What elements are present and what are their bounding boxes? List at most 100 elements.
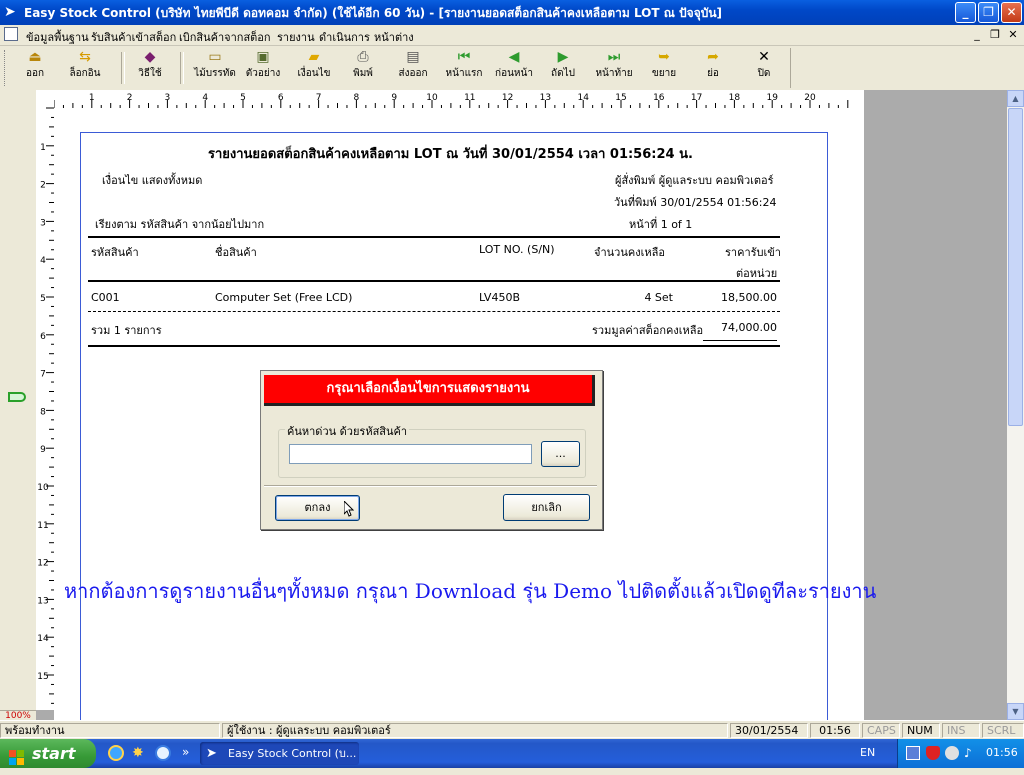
toolbar-separator — [121, 52, 125, 84]
ruler-label: 6 — [40, 332, 46, 342]
ruler-label: 12 — [37, 559, 48, 569]
ruler-label: 7 — [316, 93, 322, 103]
next-page-icon: ▶ — [545, 48, 581, 66]
horizontal-ruler-ticks: 1234567891011121314151617181920 — [54, 90, 864, 108]
toolbar-separator — [180, 52, 184, 84]
mdi-restore-button[interactable]: ❐ — [988, 28, 1002, 42]
zoom-in-icon: ➥ — [646, 48, 682, 66]
status-user: ผู้ใช้งาน : ผู้ดูแลระบบ คอมพิวเตอร์ — [222, 723, 728, 738]
tray-clock[interactable]: 01:56 — [986, 746, 1018, 759]
taskbar: start ✸ » ➤ Easy Stock Control (บ... EN … — [0, 739, 1024, 768]
ruler-label: 14 — [37, 634, 49, 644]
export-button[interactable]: ▤ส่งออก — [391, 48, 435, 88]
mdi-minimize-button[interactable]: _ — [970, 28, 984, 42]
menu-basic-data[interactable]: ข้อมูลพื้นฐาน — [26, 28, 89, 46]
menu-reports[interactable]: รายงาน — [277, 28, 315, 46]
mdi-close-button[interactable]: ✕ — [1006, 28, 1020, 42]
document-icon[interactable] — [4, 27, 18, 41]
header-rule — [88, 236, 780, 238]
ruler-label: 11 — [464, 93, 475, 103]
scroll-down-button[interactable]: ▼ — [1007, 703, 1024, 720]
status-ins: INS — [942, 723, 980, 738]
printer-icon: ⎙ — [345, 48, 381, 66]
ruler-label: 9 — [40, 445, 46, 455]
previous-page-button[interactable]: ◀ก่อนหน้า — [492, 48, 536, 88]
menu-operations[interactable]: ดำเนินการ — [319, 28, 370, 46]
menu-window[interactable]: หน้าต่าง — [374, 28, 414, 46]
security-shield-icon[interactable] — [926, 746, 940, 760]
browse-button[interactable]: ... — [541, 441, 580, 467]
scroll-thumb[interactable] — [1008, 108, 1023, 426]
vertical-ruler: 12345678910111213141516 — [36, 90, 55, 710]
network-icon[interactable] — [906, 746, 920, 760]
language-indicator[interactable]: EN — [860, 746, 875, 759]
preview-button[interactable]: ▣ตัวอย่าง — [242, 48, 284, 88]
ruler-label: 1 — [40, 143, 46, 153]
report-printed-by: ผู้สั่งพิมพ์ ผู้ดูแลระบบ คอมพิวเตอร์ — [615, 171, 774, 189]
restore-button[interactable]: ❐ — [978, 2, 999, 23]
cancel-button[interactable]: ยกเลิก — [503, 494, 590, 521]
print-button[interactable]: ⎙พิมพ์ — [345, 48, 381, 88]
ruler-label: 2 — [40, 181, 46, 191]
speaker-icon[interactable]: ♪ — [964, 746, 978, 760]
toolbar: ⏏ออก ⇆ล็อกอิน ◆วิธีใช้ ▭ไม้บรรทัด ▣ตัวอย… — [0, 46, 1024, 90]
toolbar-grip[interactable] — [4, 50, 8, 86]
title-bar[interactable]: ➤ Easy Stock Control (บริษัท ไทยพีบีดี ด… — [0, 0, 1024, 25]
scroll-up-button[interactable]: ▲ — [1007, 90, 1024, 107]
menu-receive-stock[interactable]: รับสินค้าเข้าสต็อก — [91, 28, 176, 46]
report-condition-dialog: กรุณาเลือกเงื่อนไขการแสดงรายงาน ค้นหาด่ว… — [260, 370, 603, 530]
status-date: 30/01/2554 — [730, 723, 808, 738]
media-player-icon[interactable] — [155, 745, 171, 761]
menu-withdraw-stock[interactable]: เบิกสินค้าจากสต็อก — [179, 28, 271, 46]
vertical-scrollbar[interactable]: ▲ ▼ — [1007, 90, 1024, 720]
internet-explorer-icon[interactable] — [108, 745, 124, 761]
login-button[interactable]: ⇆ล็อกอิน — [60, 48, 110, 88]
login-icon: ⇆ — [60, 48, 110, 66]
status-time: 01:56 — [810, 723, 860, 738]
ruler-label: 13 — [540, 93, 551, 103]
quicklaunch-more-icon[interactable]: » — [182, 745, 189, 759]
preview-icon: ▣ — [242, 48, 284, 66]
ruler-label: 20 — [804, 93, 816, 103]
row-separator — [88, 311, 780, 312]
next-page-button[interactable]: ▶ถัดไป — [545, 48, 581, 88]
condition-button[interactable]: ▰เงื่อนไข — [292, 48, 336, 88]
last-page-button[interactable]: ⏭หน้าท้าย — [591, 48, 637, 88]
menu-bar: ข้อมูลพื้นฐาน รับสินค้าเข้าสต็อก เบิกสิน… — [0, 25, 1024, 46]
minimize-button[interactable]: _ — [955, 2, 976, 23]
status-num: NUM — [902, 723, 940, 738]
summary-count: รวม 1 รายการ — [91, 321, 162, 339]
status-bar: พร้อมทำงาน ผู้ใช้งาน : ผู้ดูแลระบบ คอมพิ… — [0, 720, 1024, 740]
ruler-label: 11 — [37, 521, 48, 531]
exit-button[interactable]: ⏏ออก — [17, 48, 53, 88]
dialog-divider — [264, 485, 597, 487]
current-band-marker-icon — [8, 392, 26, 402]
zoom-in-button[interactable]: ➥ขยาย — [646, 48, 682, 88]
vertical-ruler-ticks: 12345678910111213141516 — [36, 90, 54, 710]
report-page-number: หน้าที่ 1 of 1 — [629, 215, 692, 233]
start-button[interactable]: start — [0, 739, 96, 768]
toolbar-end — [790, 48, 793, 88]
report-print-date: วันที่พิมพ์ 30/01/2554 01:56:24 — [614, 193, 777, 211]
ruler-label: 16 — [653, 93, 665, 103]
zoom-out-button[interactable]: ➦ย่อ — [697, 48, 729, 88]
row-lot: LV450B — [479, 291, 520, 304]
antivirus-icon[interactable] — [945, 746, 959, 760]
left-margin-panel — [0, 90, 37, 710]
product-code-search-input[interactable] — [289, 444, 532, 464]
help-button[interactable]: ◆วิธีใช้ — [130, 48, 170, 88]
close-report-button[interactable]: ✕ปิด — [749, 48, 779, 88]
messenger-icon[interactable]: ✸ — [132, 745, 148, 761]
status-ready: พร้อมทำงาน — [0, 723, 220, 738]
ruler-label: 18 — [729, 93, 741, 103]
report-title: รายงานยอดสต็อกสินค้าคงเหลือตาม LOT ณ วัน… — [208, 143, 693, 164]
close-button[interactable]: ✕ — [1001, 2, 1022, 23]
first-page-button[interactable]: ⏮หน้าแรก — [441, 48, 487, 88]
taskbar-app-button[interactable]: ➤ Easy Stock Control (บ... — [200, 742, 359, 765]
ruler-label: 14 — [577, 93, 589, 103]
app-icon[interactable]: ➤ — [4, 4, 20, 20]
ruler-label: 9 — [391, 93, 397, 103]
ruler-button[interactable]: ▭ไม้บรรทัด — [190, 48, 240, 88]
ruler-icon: ▭ — [190, 48, 240, 66]
ruler-label: 3 — [165, 93, 171, 103]
